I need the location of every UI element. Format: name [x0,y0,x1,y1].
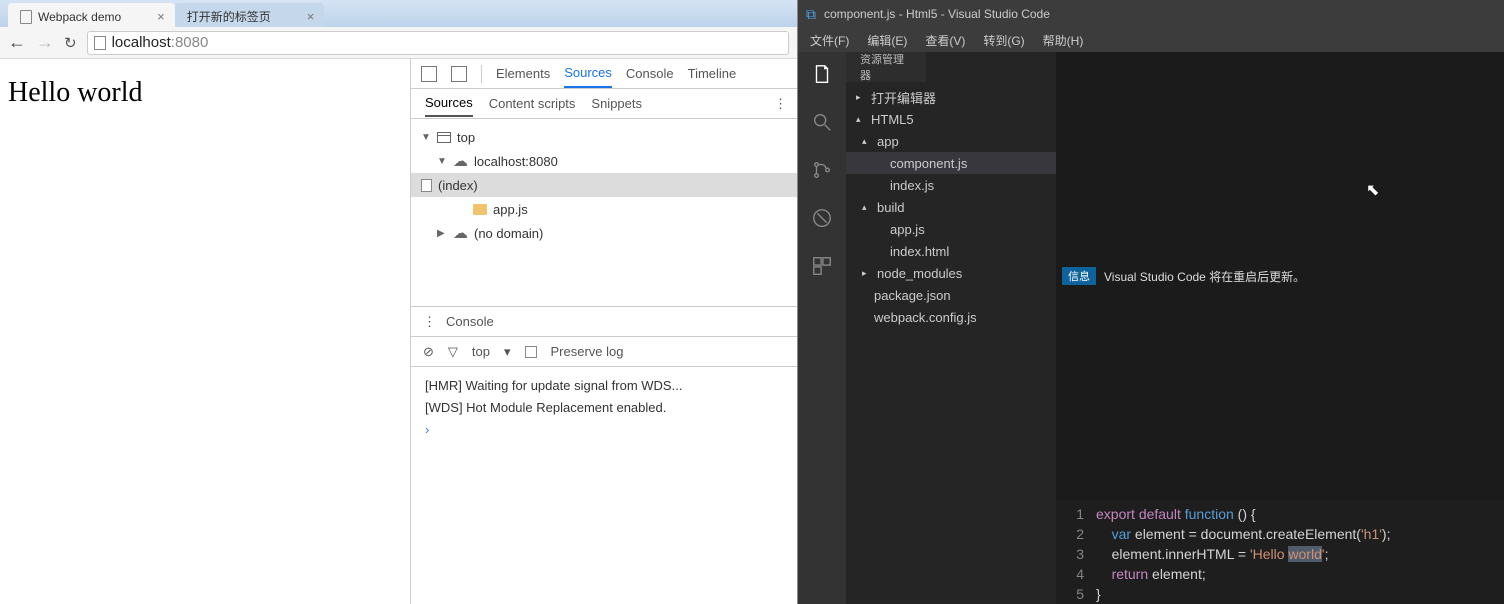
address-bar: ← → ↻ localhost:8080 [0,27,797,59]
console-drawer-header: ⋮ Console [411,307,797,337]
file-component-js[interactable]: component.js [846,152,1056,174]
close-icon[interactable]: × [307,9,315,24]
clear-icon[interactable]: ⊘ [423,344,434,360]
menu-view[interactable]: 查看(V) [925,32,965,49]
file-icon [20,10,32,24]
tree-host[interactable]: ▼☁localhost:8080 [437,149,787,173]
console-filter-bar: ⊘ ▽ top ▾ Preserve log [411,337,797,367]
explorer-tree: ▸打开编辑器 ▴HTML5 ▴app component.js index.js… [846,82,1056,604]
tree-nodomain[interactable]: ▶☁(no domain) [437,221,787,245]
code-editor[interactable]: 1 2 3 4 5 export default function () { v… [1056,500,1504,604]
console-label[interactable]: Console [446,314,494,329]
sources-subtabs: Sources Content scripts Snippets ⋮ [411,89,797,119]
file-webpack-config[interactable]: webpack.config.js [846,306,1056,328]
console-prompt[interactable]: › [425,419,783,441]
file-app-js[interactable]: app.js [846,218,1056,240]
root-folder[interactable]: ▴HTML5 [846,108,1056,130]
tab-label: Webpack demo [38,10,121,24]
device-icon[interactable] [451,66,467,82]
file-icon [94,36,106,50]
inspect-icon[interactable] [421,66,437,82]
back-button[interactable]: ← [8,32,26,53]
console-line: [WDS] Hot Module Replacement enabled. [425,397,783,419]
file-package-json[interactable]: package.json [846,284,1056,306]
menu-goto[interactable]: 转到(G) [983,32,1024,49]
tab-console[interactable]: Console [626,60,674,87]
subtab-snippets[interactable]: Snippets [591,91,642,116]
line-gutter: 1 2 3 4 5 [1056,504,1096,604]
vscode-window: ⧉ component.js - Html5 - Visual Studio C… [798,0,1504,604]
search-icon[interactable] [810,110,834,134]
url-port: :8080 [171,34,209,51]
url-host: localhost [112,34,171,51]
menu-file[interactable]: 文件(F) [810,32,849,49]
preserve-log-checkbox[interactable] [525,346,537,358]
url-input[interactable]: localhost:8080 [87,31,789,55]
dropdown-icon[interactable]: ▾ [504,344,511,360]
console-line: [HMR] Waiting for update signal from WDS… [425,375,783,397]
code-content: export default function () { var element… [1096,504,1390,604]
file-icon [421,179,432,192]
cloud-icon: ☁ [453,152,468,170]
page-content: Hello world [0,59,410,604]
editor-area: 信息 Visual Studio Code 将在重启后更新。 1 2 3 4 5… [1056,52,1504,604]
vscode-titlebar: ⧉ component.js - Html5 - Visual Studio C… [798,0,1504,28]
devtools: Elements Sources Console Timeline Source… [410,59,797,604]
devtools-tabs: Elements Sources Console Timeline [411,59,797,89]
vscode-logo-icon: ⧉ [806,6,816,23]
vscode-body: 资源管理器 ▸打开编辑器 ▴HTML5 ▴app component.js in… [798,52,1504,604]
forward-button[interactable]: → [36,32,54,53]
file-index-js[interactable]: index.js [846,174,1056,196]
menu-edit[interactable]: 编辑(E) [867,32,907,49]
file-index-html[interactable]: index.html [846,240,1056,262]
tab-timeline[interactable]: Timeline [688,60,737,87]
notification-text: Visual Studio Code 将在重启后更新。 [1104,268,1305,285]
git-icon[interactable] [810,158,834,182]
open-editors-header[interactable]: ▸打开编辑器 [846,86,1056,108]
debug-icon[interactable] [810,206,834,230]
tab-strip: Webpack demo × 打开新的标签页 × [0,0,797,27]
explorer-panel: 资源管理器 ▸打开编辑器 ▴HTML5 ▴app component.js in… [846,52,1056,604]
activity-bar [798,52,846,604]
chrome-window: Webpack demo × 打开新的标签页 × ← → ↻ localhost… [0,0,798,604]
more-icon[interactable]: ⋮ [423,314,436,330]
folder-icon [473,204,487,215]
folder-build[interactable]: ▴build [846,196,1056,218]
folder-node-modules[interactable]: ▸node_modules [846,262,1056,284]
tree-file-index[interactable]: (index) [411,173,797,197]
explorer-title: 资源管理器 [846,52,926,82]
browser-tab-active[interactable]: Webpack demo × [8,3,175,27]
vscode-menubar: 文件(F) 编辑(E) 查看(V) 转到(G) 帮助(H) [798,28,1504,52]
extensions-icon[interactable] [810,254,834,278]
scope-select[interactable]: top [472,344,490,359]
subtab-sources[interactable]: Sources [425,90,473,117]
notification-badge: 信息 [1062,267,1096,285]
cloud-icon: ☁ [453,224,468,242]
separator [481,65,482,83]
browser-tab-inactive[interactable]: 打开新的标签页 × [175,3,325,27]
mouse-cursor-icon: ⬉ [1366,180,1379,200]
close-icon[interactable]: × [157,9,165,24]
filter-icon[interactable]: ▽ [448,344,458,360]
menu-help[interactable]: 帮助(H) [1043,32,1084,49]
sources-tree: ▼top ▼☁localhost:8080 (index) app.js ▶☁(… [411,119,797,307]
more-icon[interactable]: ⋮ [774,91,787,117]
tree-top[interactable]: ▼top [421,125,787,149]
tab-sources[interactable]: Sources [564,59,612,88]
notification-bar[interactable]: 信息 Visual Studio Code 将在重启后更新。 [1056,52,1504,500]
tab-label: 打开新的标签页 [187,8,271,25]
browser-body: Hello world Elements Sources Console Tim… [0,59,797,604]
console-output: [HMR] Waiting for update signal from WDS… [411,367,797,604]
subtab-content-scripts[interactable]: Content scripts [489,91,576,116]
reload-button[interactable]: ↻ [64,34,77,52]
tab-elements[interactable]: Elements [496,60,550,87]
tree-file-appjs[interactable]: app.js [473,197,787,221]
folder-app[interactable]: ▴app [846,130,1056,152]
explorer-icon[interactable] [810,62,834,86]
window-title: component.js - Html5 - Visual Studio Cod… [824,7,1050,21]
window-icon [437,132,451,143]
preserve-log-label: Preserve log [551,344,624,359]
